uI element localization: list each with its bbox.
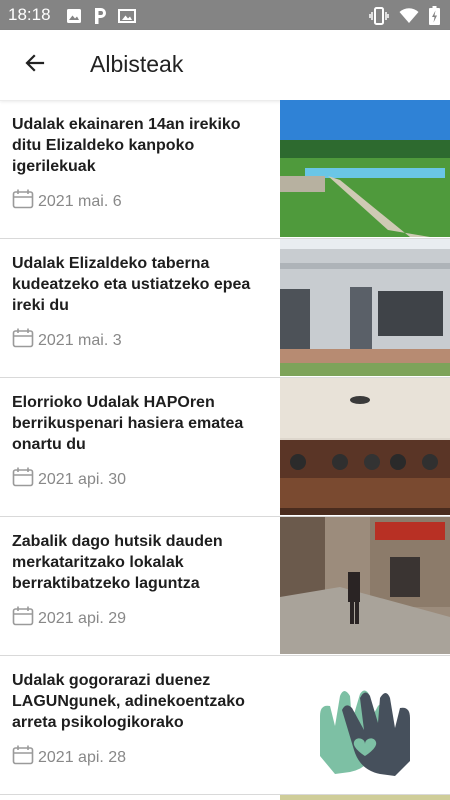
news-title: Zabalik dago hutsik dauden merkataritzak… <box>12 533 223 592</box>
calendar-icon <box>12 189 34 214</box>
news-date-row: 2021 mai. 3 <box>12 328 122 353</box>
photo-icon <box>118 8 136 29</box>
news-item[interactable]: Elorrioko Udalak HAPOren berrikuspenari … <box>0 378 450 517</box>
parking-p-icon <box>92 7 108 30</box>
news-thumbnail-town-street <box>280 517 450 654</box>
news-item[interactable]: Zabalik dago hutsik dauden merkataritzak… <box>0 517 450 656</box>
image-icon <box>66 8 82 29</box>
battery-charging-icon <box>429 6 440 30</box>
wifi-icon <box>399 7 419 29</box>
news-title: Udalak Elizaldeko taberna kudeatzeko eta… <box>12 255 251 314</box>
calendar-icon <box>12 467 34 492</box>
status-time: 18:18 <box>8 5 51 24</box>
next-thumbnail-peek <box>280 795 450 800</box>
news-date-row: 2021 api. 29 <box>12 606 126 631</box>
arrow-left-icon <box>23 51 47 80</box>
news-title: Udalak ekainaren 14an irekiko ditu Eliza… <box>12 116 241 175</box>
status-bar: 18:18 <box>0 0 450 30</box>
back-button[interactable] <box>14 44 56 86</box>
news-date-row: 2021 api. 30 <box>12 467 126 492</box>
news-date: 2021 api. 30 <box>38 470 127 488</box>
news-date-row: 2021 mai. 6 <box>12 189 122 214</box>
news-date: 2021 mai. 6 <box>38 192 122 210</box>
news-item[interactable]: Udalak Elizaldeko taberna kudeatzeko eta… <box>0 239 450 378</box>
news-item[interactable]: Udalak ekainaren 14an irekiko ditu Eliza… <box>0 100 450 239</box>
news-date: 2021 mai. 3 <box>38 331 122 349</box>
page-title: Albisteak <box>90 51 184 77</box>
app-bar: Albisteak <box>0 30 450 101</box>
next-item-peek <box>0 690 450 800</box>
news-title: Elorrioko Udalak HAPOren berrikuspenari … <box>12 394 244 453</box>
calendar-icon <box>12 606 34 631</box>
news-thumbnail-swimming-pool <box>280 100 450 237</box>
news-date: 2021 api. 29 <box>38 609 127 627</box>
calendar-icon <box>12 328 34 353</box>
news-thumbnail-bar-building <box>280 239 450 376</box>
news-thumbnail-council-meeting <box>280 378 450 515</box>
vibrate-icon <box>369 6 389 30</box>
